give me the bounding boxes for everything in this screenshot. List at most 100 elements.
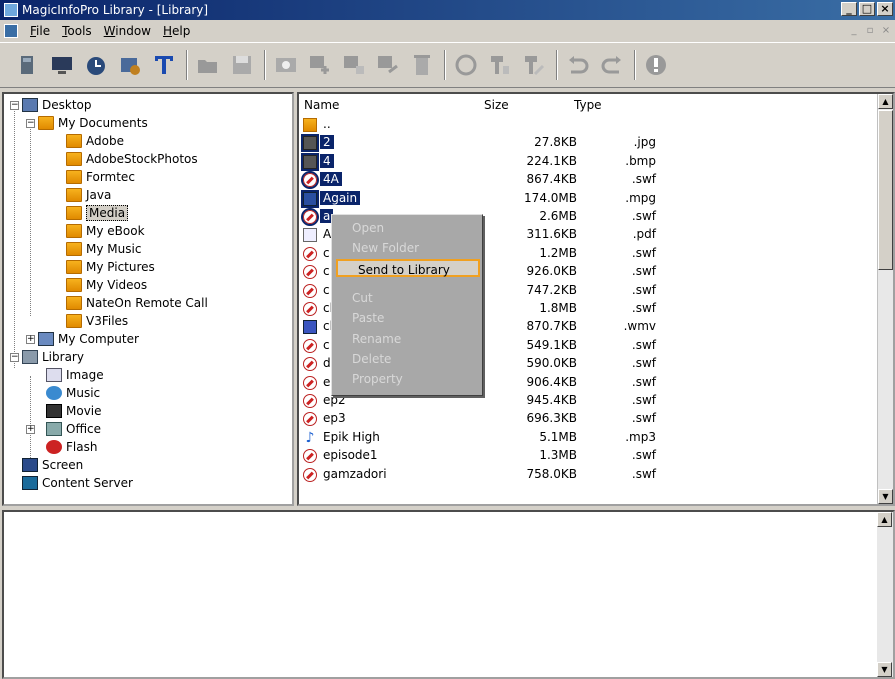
settings-icon[interactable] (116, 50, 144, 80)
scroll-down-arrow[interactable]: ▼ (878, 489, 893, 504)
maximize-button[interactable]: □ (859, 2, 875, 16)
preview-scrollbar[interactable]: ▲ ▼ (877, 512, 893, 677)
file-row[interactable]: 4 224.1KB .bmp (299, 152, 879, 171)
folder-tree[interactable]: − Desktop − My Documents Adobe AdobeStoc… (2, 92, 294, 506)
tree-node-folder[interactable]: AdobeStockPhotos (66, 150, 198, 168)
document-icon[interactable] (4, 23, 18, 38)
refresh-icon[interactable] (452, 50, 480, 80)
tree-node-folder[interactable]: V3Files (66, 312, 128, 330)
app-icon[interactable] (4, 3, 18, 17)
add-icon[interactable] (306, 50, 334, 80)
scroll-thumb[interactable] (878, 110, 893, 270)
save-icon[interactable] (228, 50, 256, 80)
folder-icon (66, 152, 82, 166)
tree-node-image[interactable]: Image (46, 366, 104, 384)
context-paste[interactable]: Paste (352, 311, 384, 329)
file-type: .swf (631, 337, 656, 352)
collapse-toggle[interactable]: − (10, 353, 19, 362)
scroll-up-arrow[interactable]: ▲ (877, 512, 892, 527)
preview-icon[interactable] (272, 50, 300, 80)
collapse-toggle[interactable]: − (26, 119, 35, 128)
file-row[interactable]: 2 27.8KB .jpg (299, 134, 879, 153)
redo-icon[interactable] (598, 50, 626, 80)
context-send-to-library[interactable]: Send to Library (336, 259, 480, 277)
music-icon (46, 386, 62, 400)
file-row[interactable]: ♪ Epik High 5.1MB .mp3 (299, 429, 879, 447)
tree-node-folder[interactable]: Formtec (66, 168, 135, 186)
tree-node-folder[interactable]: My eBook (66, 222, 145, 240)
tree-node-folder[interactable]: NateOn Remote Call (66, 294, 208, 312)
open-folder-icon[interactable] (194, 50, 222, 80)
file-size: 758.0KB (526, 466, 577, 481)
column-header-size[interactable]: Size (484, 98, 509, 112)
text-icon[interactable] (150, 50, 178, 80)
preview-pane[interactable]: ▲ ▼ (2, 510, 895, 679)
delete-icon[interactable] (408, 50, 436, 80)
file-name: .. (323, 117, 331, 131)
scroll-down-arrow[interactable]: ▼ (877, 662, 892, 677)
expand-toggle[interactable]: + (26, 335, 35, 344)
move-icon[interactable] (374, 50, 402, 80)
tree-node-library[interactable]: Library (22, 348, 84, 366)
tree-node-my-computer[interactable]: My Computer (38, 330, 139, 348)
file-size: 945.4KB (526, 393, 577, 407)
collapse-toggle[interactable]: − (10, 101, 19, 110)
movie-icon (46, 404, 62, 418)
swf-file-icon (303, 338, 317, 353)
expand-toggle[interactable]: + (26, 425, 35, 434)
tree-node-folder[interactable]: Java (66, 186, 111, 204)
mp3-file-icon: ♪ (305, 429, 315, 446)
monitor-icon[interactable] (48, 50, 76, 80)
file-type: .swf (631, 393, 656, 407)
mdi-restore-button[interactable]: ▫ (863, 24, 877, 37)
tree-node-screen[interactable]: Screen (22, 456, 83, 474)
context-property[interactable]: Property (352, 372, 403, 390)
folder-icon (66, 224, 82, 238)
tree-node-folder[interactable]: Adobe (66, 132, 124, 150)
tree-node-folder[interactable]: My Pictures (66, 258, 155, 276)
file-row[interactable]: Again 174.0MB .mpg (299, 189, 879, 208)
tree-node-media-selected[interactable]: Media (66, 204, 129, 222)
minimize-button[interactable]: _ (841, 2, 857, 16)
file-size: 870.7KB (526, 319, 577, 334)
context-new-folder[interactable]: New Folder (352, 241, 419, 259)
schedule-icon[interactable] (82, 50, 110, 80)
file-row[interactable]: ep3 696.3KB .swf (299, 410, 879, 428)
close-button[interactable]: × (877, 2, 893, 16)
tree-node-my-documents[interactable]: My Documents (38, 114, 148, 132)
tree-node-folder[interactable]: My Music (66, 240, 141, 258)
scroll-up-arrow[interactable]: ▲ (878, 94, 893, 109)
context-rename[interactable]: Rename (352, 332, 401, 350)
context-open[interactable]: Open (352, 221, 384, 239)
library-icon[interactable] (14, 50, 42, 80)
tree-node-office[interactable]: Office (46, 420, 101, 438)
tree-node-flash[interactable]: Flash (46, 438, 97, 456)
mdi-close-button[interactable]: × (879, 24, 893, 37)
toolbar-separator (444, 50, 446, 80)
file-row[interactable]: gamzadori 758.0KB .swf (299, 466, 879, 484)
menu-window[interactable]: Window (98, 24, 157, 38)
tree-node-movie[interactable]: Movie (46, 402, 102, 420)
column-header-type[interactable]: Type (574, 98, 602, 112)
context-delete[interactable]: Delete (352, 352, 391, 370)
tree-node-content-server[interactable]: Content Server (22, 474, 133, 492)
file-list-scrollbar[interactable]: ▲ ▼ (877, 94, 893, 504)
context-cut[interactable]: Cut (352, 291, 373, 309)
edit-icon[interactable] (340, 50, 368, 80)
file-row[interactable]: episode1 1.3MB .swf (299, 447, 879, 465)
file-row[interactable]: 4A 867.4KB .swf (299, 171, 879, 190)
receive-icon[interactable] (520, 50, 548, 80)
undo-icon[interactable] (564, 50, 592, 80)
mdi-minimize-button[interactable]: _ (847, 24, 861, 37)
tree-node-folder[interactable]: My Videos (66, 276, 147, 294)
tree-node-music[interactable]: Music (46, 384, 100, 402)
column-header-name[interactable]: Name (304, 98, 339, 112)
tree-node-desktop[interactable]: Desktop (22, 96, 92, 114)
send-icon[interactable] (486, 50, 514, 80)
menu-tools[interactable]: Tools (56, 24, 98, 38)
menu-file[interactable]: File (24, 24, 56, 38)
file-row[interactable]: .. (299, 116, 879, 134)
menu-help[interactable]: Help (157, 24, 196, 38)
info-icon[interactable] (642, 50, 670, 80)
folder-icon (66, 260, 82, 274)
